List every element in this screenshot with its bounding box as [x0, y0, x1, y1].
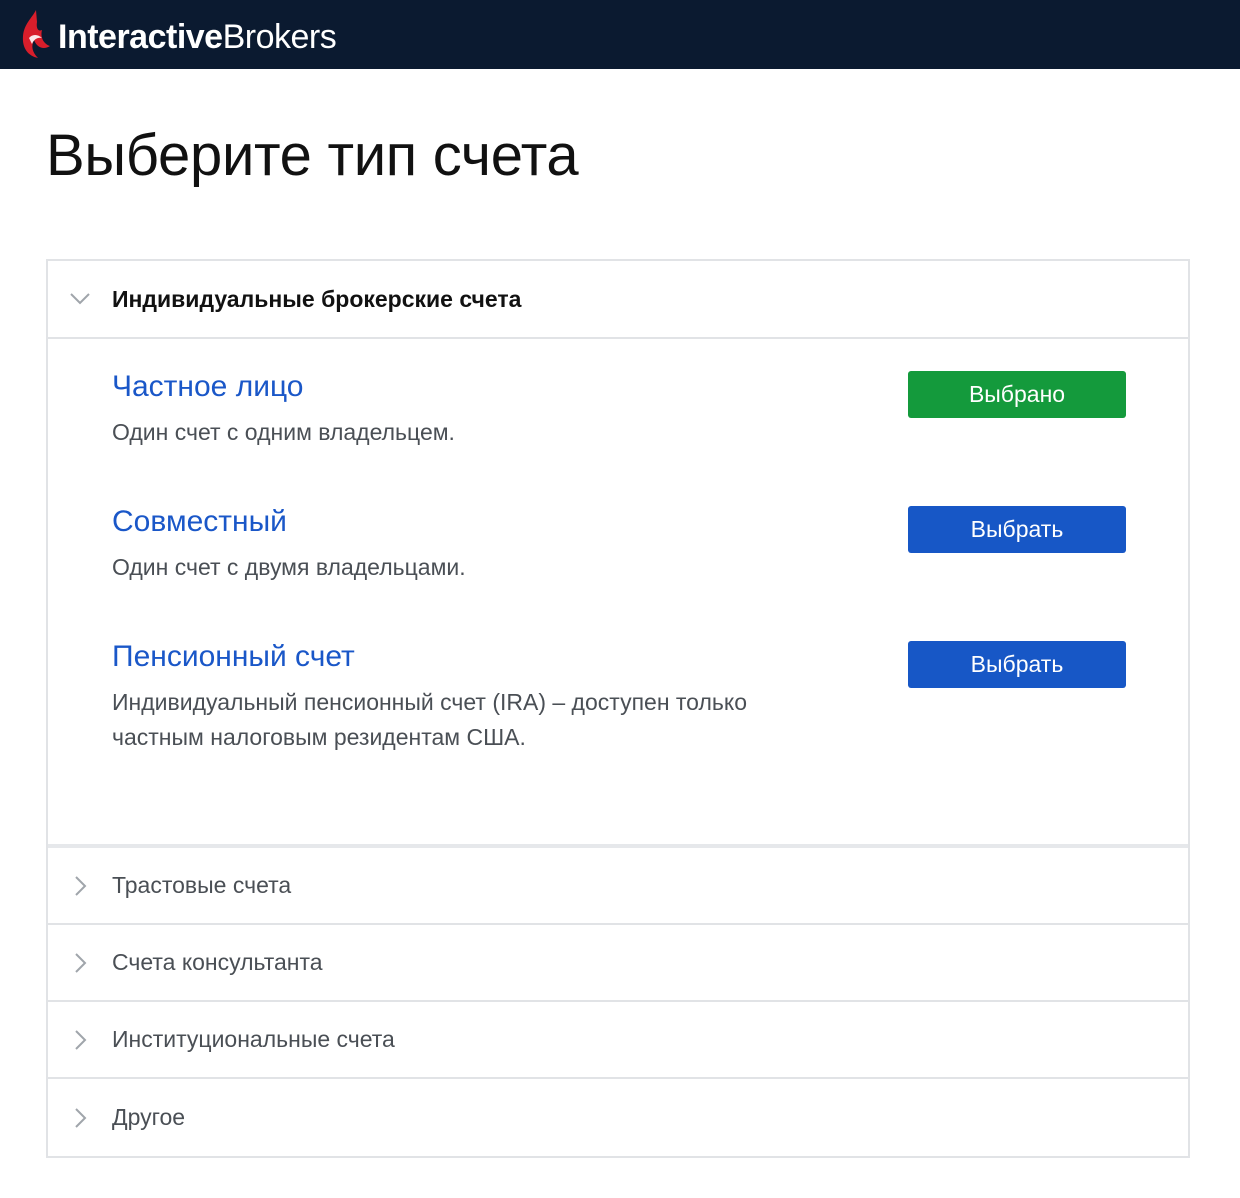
section-body-individual: Частное лицо Один счет с одним владельце… [48, 339, 1188, 848]
chevron-right-icon [48, 952, 112, 974]
option-retirement: Пенсионный счет Индивидуальный пенсионны… [112, 639, 1126, 755]
chevron-right-icon [48, 1029, 112, 1051]
option-individual: Частное лицо Один счет с одним владельце… [112, 369, 1126, 450]
page-title: Выберите тип счета [46, 123, 579, 188]
option-joint: Совместный Один счет с двумя владельцами… [112, 504, 1126, 585]
section-header-trust[interactable]: Трастовые счета [48, 848, 1188, 925]
option-description-joint: Один счет с двумя владельцами. [112, 554, 466, 580]
brand-wordmark-light: Brokers [222, 18, 337, 56]
section-header-advisor[interactable]: Счета консультанта [48, 925, 1188, 1002]
section-label-advisor: Счета консультанта [112, 949, 323, 975]
section-title-individual: Индивидуальные брокерские счета [112, 285, 522, 312]
choose-button-retirement[interactable]: Выбрать [908, 641, 1126, 688]
choose-button-joint[interactable]: Выбрать [908, 506, 1126, 553]
top-navigation-bar: InteractiveBrokers [0, 0, 1240, 69]
chevron-down-icon [48, 292, 112, 306]
option-description-retirement: Индивидуальный пенсионный счет (IRA) – д… [112, 689, 747, 750]
section-label-institutional: Институциональные счета [112, 1026, 395, 1052]
option-description-individual: Один счет с одним владельцем. [112, 419, 455, 445]
brand-logo[interactable]: InteractiveBrokers [20, 6, 337, 62]
section-label-other: Другое [112, 1104, 186, 1130]
account-type-accordion: Индивидуальные брокерские счета Частное … [46, 259, 1190, 1158]
section-header-other[interactable]: Другое [48, 1079, 1188, 1156]
brand-flame-icon [22, 10, 50, 58]
brand-wordmark: InteractiveBrokers [58, 18, 337, 56]
selected-button-individual[interactable]: Выбрано [908, 371, 1126, 418]
section-header-institutional[interactable]: Институциональные счета [48, 1002, 1188, 1079]
brand-wordmark-strong: Interactive [58, 18, 223, 56]
section-header-individual[interactable]: Индивидуальные брокерские счета [48, 261, 1188, 339]
section-label-trust: Трастовые счета [112, 872, 292, 898]
chevron-right-icon [48, 1107, 112, 1129]
chevron-right-icon [48, 875, 112, 897]
